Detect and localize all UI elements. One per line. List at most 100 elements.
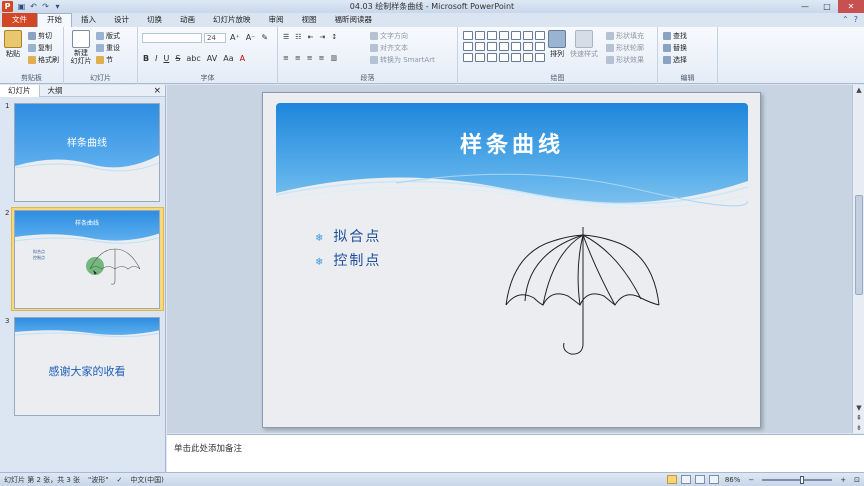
align-left-icon[interactable]: ≡	[283, 54, 289, 62]
next-slide-icon[interactable]: ⇟	[853, 423, 864, 433]
vertical-scrollbar[interactable]: ▲ ▼ ⇞ ⇟	[852, 85, 864, 433]
scroll-up-icon[interactable]: ▲	[853, 85, 864, 95]
replace-button[interactable]: 替换	[663, 43, 687, 53]
reading-view-button[interactable]	[694, 475, 705, 484]
quick-styles-button[interactable]: 快速样式	[570, 30, 598, 59]
spacing-button[interactable]: AV	[207, 54, 217, 63]
minimize-button[interactable]: —	[794, 0, 816, 13]
cut-button[interactable]: 剪切	[28, 31, 52, 41]
spellcheck-icon[interactable]: ✓	[113, 476, 127, 484]
align-center-icon[interactable]: ≡	[295, 54, 301, 62]
shapes-gallery[interactable]	[463, 31, 545, 62]
align-text-button[interactable]: 对齐文本	[370, 43, 408, 53]
close-button[interactable]: ✕	[838, 0, 864, 13]
new-slide-button[interactable]: 新建 幻灯片	[68, 30, 94, 65]
cursor-icon	[663, 56, 671, 64]
editing-group: 查找 替换 选择 编辑	[658, 27, 718, 84]
notes-placeholder[interactable]: 单击此处添加备注	[174, 442, 242, 454]
slide-thumbnail-1[interactable]: 1 样条曲线	[4, 102, 162, 202]
clear-format-icon[interactable]: ✎	[261, 33, 268, 42]
layout-button[interactable]: 版式	[96, 31, 120, 41]
scroll-down-icon[interactable]: ▼	[853, 403, 864, 413]
save-icon[interactable]: ▣	[17, 2, 26, 11]
tab-design[interactable]: 设计	[105, 13, 138, 27]
zoom-out-icon[interactable]: −	[744, 476, 758, 484]
bold-button[interactable]: B	[143, 54, 149, 63]
shadow-button[interactable]: abc	[186, 54, 200, 63]
arrange-button[interactable]: 排列	[548, 30, 566, 59]
undo-icon[interactable]: ↶	[29, 2, 38, 11]
minimize-ribbon-icon[interactable]: ⌃	[842, 13, 849, 27]
powerpoint-icon[interactable]: P	[2, 1, 13, 12]
pane-tabs: 幻灯片 大纲 ×	[0, 84, 165, 97]
reset-button[interactable]: 重设	[96, 43, 120, 53]
section-button[interactable]: 节	[96, 55, 113, 65]
font-color-button[interactable]: A	[240, 54, 245, 63]
tab-review[interactable]: 审阅	[260, 13, 293, 27]
shape-fill-button[interactable]: 形状填充	[606, 31, 644, 41]
decrease-indent-icon[interactable]: ⇤	[308, 33, 314, 41]
slideshow-button[interactable]	[708, 475, 719, 484]
paste-button[interactable]: 粘贴	[4, 30, 22, 59]
tab-home[interactable]: 开始	[37, 13, 72, 27]
redo-icon[interactable]: ↷	[41, 2, 50, 11]
grow-font-icon[interactable]: A⁺	[230, 33, 240, 42]
slide-thumbnail-3[interactable]: 3 感谢大家的收看	[4, 317, 162, 417]
increase-indent-icon[interactable]: ⇥	[319, 33, 325, 41]
italic-button[interactable]: I	[155, 54, 157, 63]
tab-slideshow[interactable]: 幻灯片放映	[204, 13, 260, 27]
notes-pane[interactable]: 单击此处添加备注	[167, 434, 864, 472]
format-painter-button[interactable]: 格式刷	[28, 55, 59, 65]
font-name-combo[interactable]	[142, 33, 202, 43]
copy-button[interactable]: 复制	[28, 43, 52, 53]
slide-canvas[interactable]: 样条曲线 ❄ 拟合点 ❄ 控制点	[262, 92, 761, 428]
tab-animations[interactable]: 动画	[171, 13, 204, 27]
tab-transitions[interactable]: 切换	[138, 13, 171, 27]
language-indicator[interactable]: 中文(中国)	[126, 475, 167, 485]
help-icon[interactable]: ?	[854, 13, 858, 27]
find-button[interactable]: 查找	[663, 31, 687, 41]
slide-sorter-button[interactable]	[680, 475, 691, 484]
normal-view-button[interactable]	[666, 475, 677, 484]
tab-insert[interactable]: 插入	[72, 13, 105, 27]
outline-icon	[606, 44, 614, 52]
columns-icon[interactable]: ▥	[331, 54, 338, 62]
case-button[interactable]: Aa	[223, 54, 233, 63]
zoom-slider-knob[interactable]	[800, 475, 805, 484]
tab-slides[interactable]: 幻灯片	[0, 84, 40, 97]
shrink-font-icon[interactable]: A⁻	[246, 33, 256, 42]
select-button[interactable]: 选择	[663, 55, 687, 65]
tab-file[interactable]: 文件	[2, 13, 37, 27]
fit-slide-icon[interactable]: ⊡	[850, 476, 864, 484]
tab-foxit[interactable]: 福昕阅读器	[326, 13, 382, 27]
underline-button[interactable]: U	[163, 54, 169, 63]
justify-icon[interactable]: ≡	[319, 54, 325, 62]
umbrella-thumbnail-icon	[86, 248, 141, 285]
slide-thumbnail-2[interactable]: 2 样条曲线 拟合点 控制点	[4, 207, 164, 313]
brush-icon	[28, 56, 36, 64]
shape-effects-button[interactable]: 形状效果	[606, 55, 644, 65]
tab-view[interactable]: 视图	[293, 13, 326, 27]
numbering-icon[interactable]: ☷	[295, 33, 301, 41]
strike-button[interactable]: S	[175, 54, 180, 63]
text-direction-button[interactable]: 文字方向	[370, 31, 408, 41]
previous-slide-icon[interactable]: ⇞	[853, 413, 864, 423]
maximize-button[interactable]: □	[816, 0, 838, 13]
line-spacing-icon[interactable]: ↕	[331, 33, 337, 41]
shape-outline-button[interactable]: 形状轮廓	[606, 43, 644, 53]
zoom-slider[interactable]	[762, 475, 833, 484]
layout-icon	[96, 32, 104, 40]
umbrella-drawing[interactable]	[263, 93, 761, 428]
customize-icon[interactable]: ▾	[53, 2, 62, 11]
scrollbar-thumb[interactable]	[855, 195, 863, 295]
smartart-button[interactable]: 转换为 SmartArt	[370, 55, 435, 65]
tab-outline[interactable]: 大纲	[40, 85, 71, 97]
zoom-in-icon[interactable]: +	[836, 476, 850, 484]
paste-icon	[4, 30, 22, 48]
align-right-icon[interactable]: ≡	[307, 54, 313, 62]
close-icon[interactable]: ×	[153, 85, 161, 97]
zoom-level[interactable]: 86%	[721, 476, 745, 484]
font-size-combo[interactable]: 24	[204, 33, 226, 43]
bullets-icon[interactable]: ☰	[283, 33, 289, 41]
slides-group: 新建 幻灯片 版式 重设 节 幻灯片	[64, 27, 138, 84]
